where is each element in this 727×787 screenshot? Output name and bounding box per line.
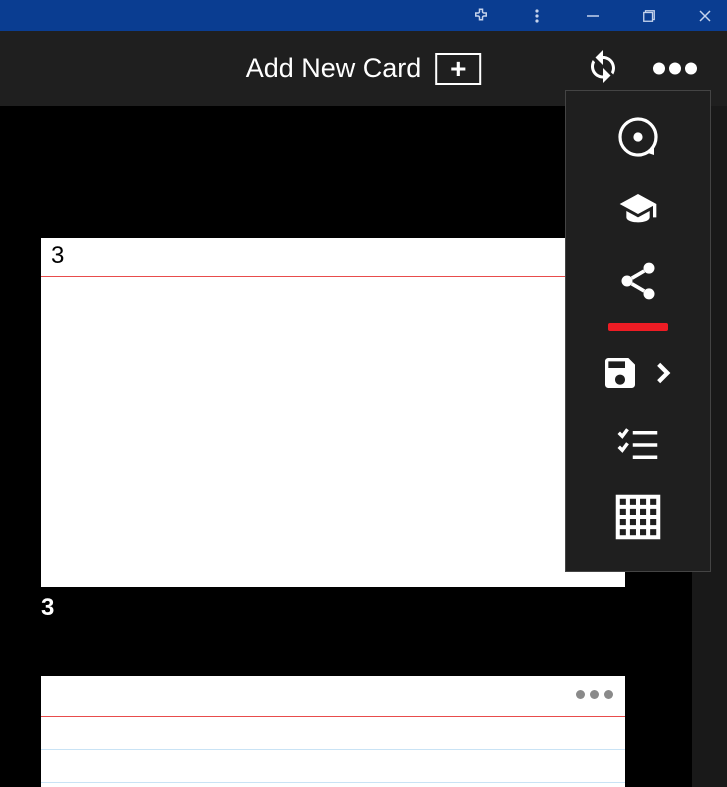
grid-icon <box>611 490 665 544</box>
close-button[interactable] <box>691 2 719 30</box>
flashcard[interactable]: 3 <box>41 238 625 587</box>
menu-item-checklist[interactable] <box>566 409 710 481</box>
card-number: 3 <box>41 238 625 276</box>
card-top <box>41 676 625 716</box>
checklist-icon <box>611 424 665 466</box>
card-rule-line <box>41 782 625 783</box>
card-label: 3 <box>41 594 54 622</box>
plus-icon: + <box>450 55 466 83</box>
page-title: Add New Card <box>246 53 422 84</box>
menu-separator <box>566 317 710 337</box>
menu-item-export[interactable] <box>566 337 710 409</box>
add-card-button[interactable]: + <box>435 53 481 85</box>
minimize-button[interactable] <box>579 2 607 30</box>
card-header-line <box>41 276 625 277</box>
header-center: Add New Card + <box>246 53 482 85</box>
sync-icon[interactable] <box>585 48 621 89</box>
more-menu-button[interactable] <box>653 63 697 75</box>
extensions-icon[interactable] <box>467 2 495 30</box>
header-actions <box>585 48 697 89</box>
chevron-right-icon <box>650 355 676 391</box>
flashcard[interactable] <box>41 676 625 787</box>
menu-item-restore[interactable] <box>566 101 710 173</box>
more-dropdown-menu <box>565 90 711 572</box>
save-icon <box>600 353 640 393</box>
graduation-cap-icon <box>613 189 663 229</box>
menu-item-study[interactable] <box>566 173 710 245</box>
window-titlebar <box>0 0 727 31</box>
maximize-button[interactable] <box>635 2 663 30</box>
restore-icon <box>614 113 662 161</box>
card-options-icon[interactable] <box>576 690 613 699</box>
kebab-menu-icon[interactable] <box>523 2 551 30</box>
share-icon <box>616 259 660 303</box>
menu-item-grid[interactable] <box>566 481 710 553</box>
separator-bar <box>608 323 668 331</box>
menu-item-share[interactable] <box>566 245 710 317</box>
